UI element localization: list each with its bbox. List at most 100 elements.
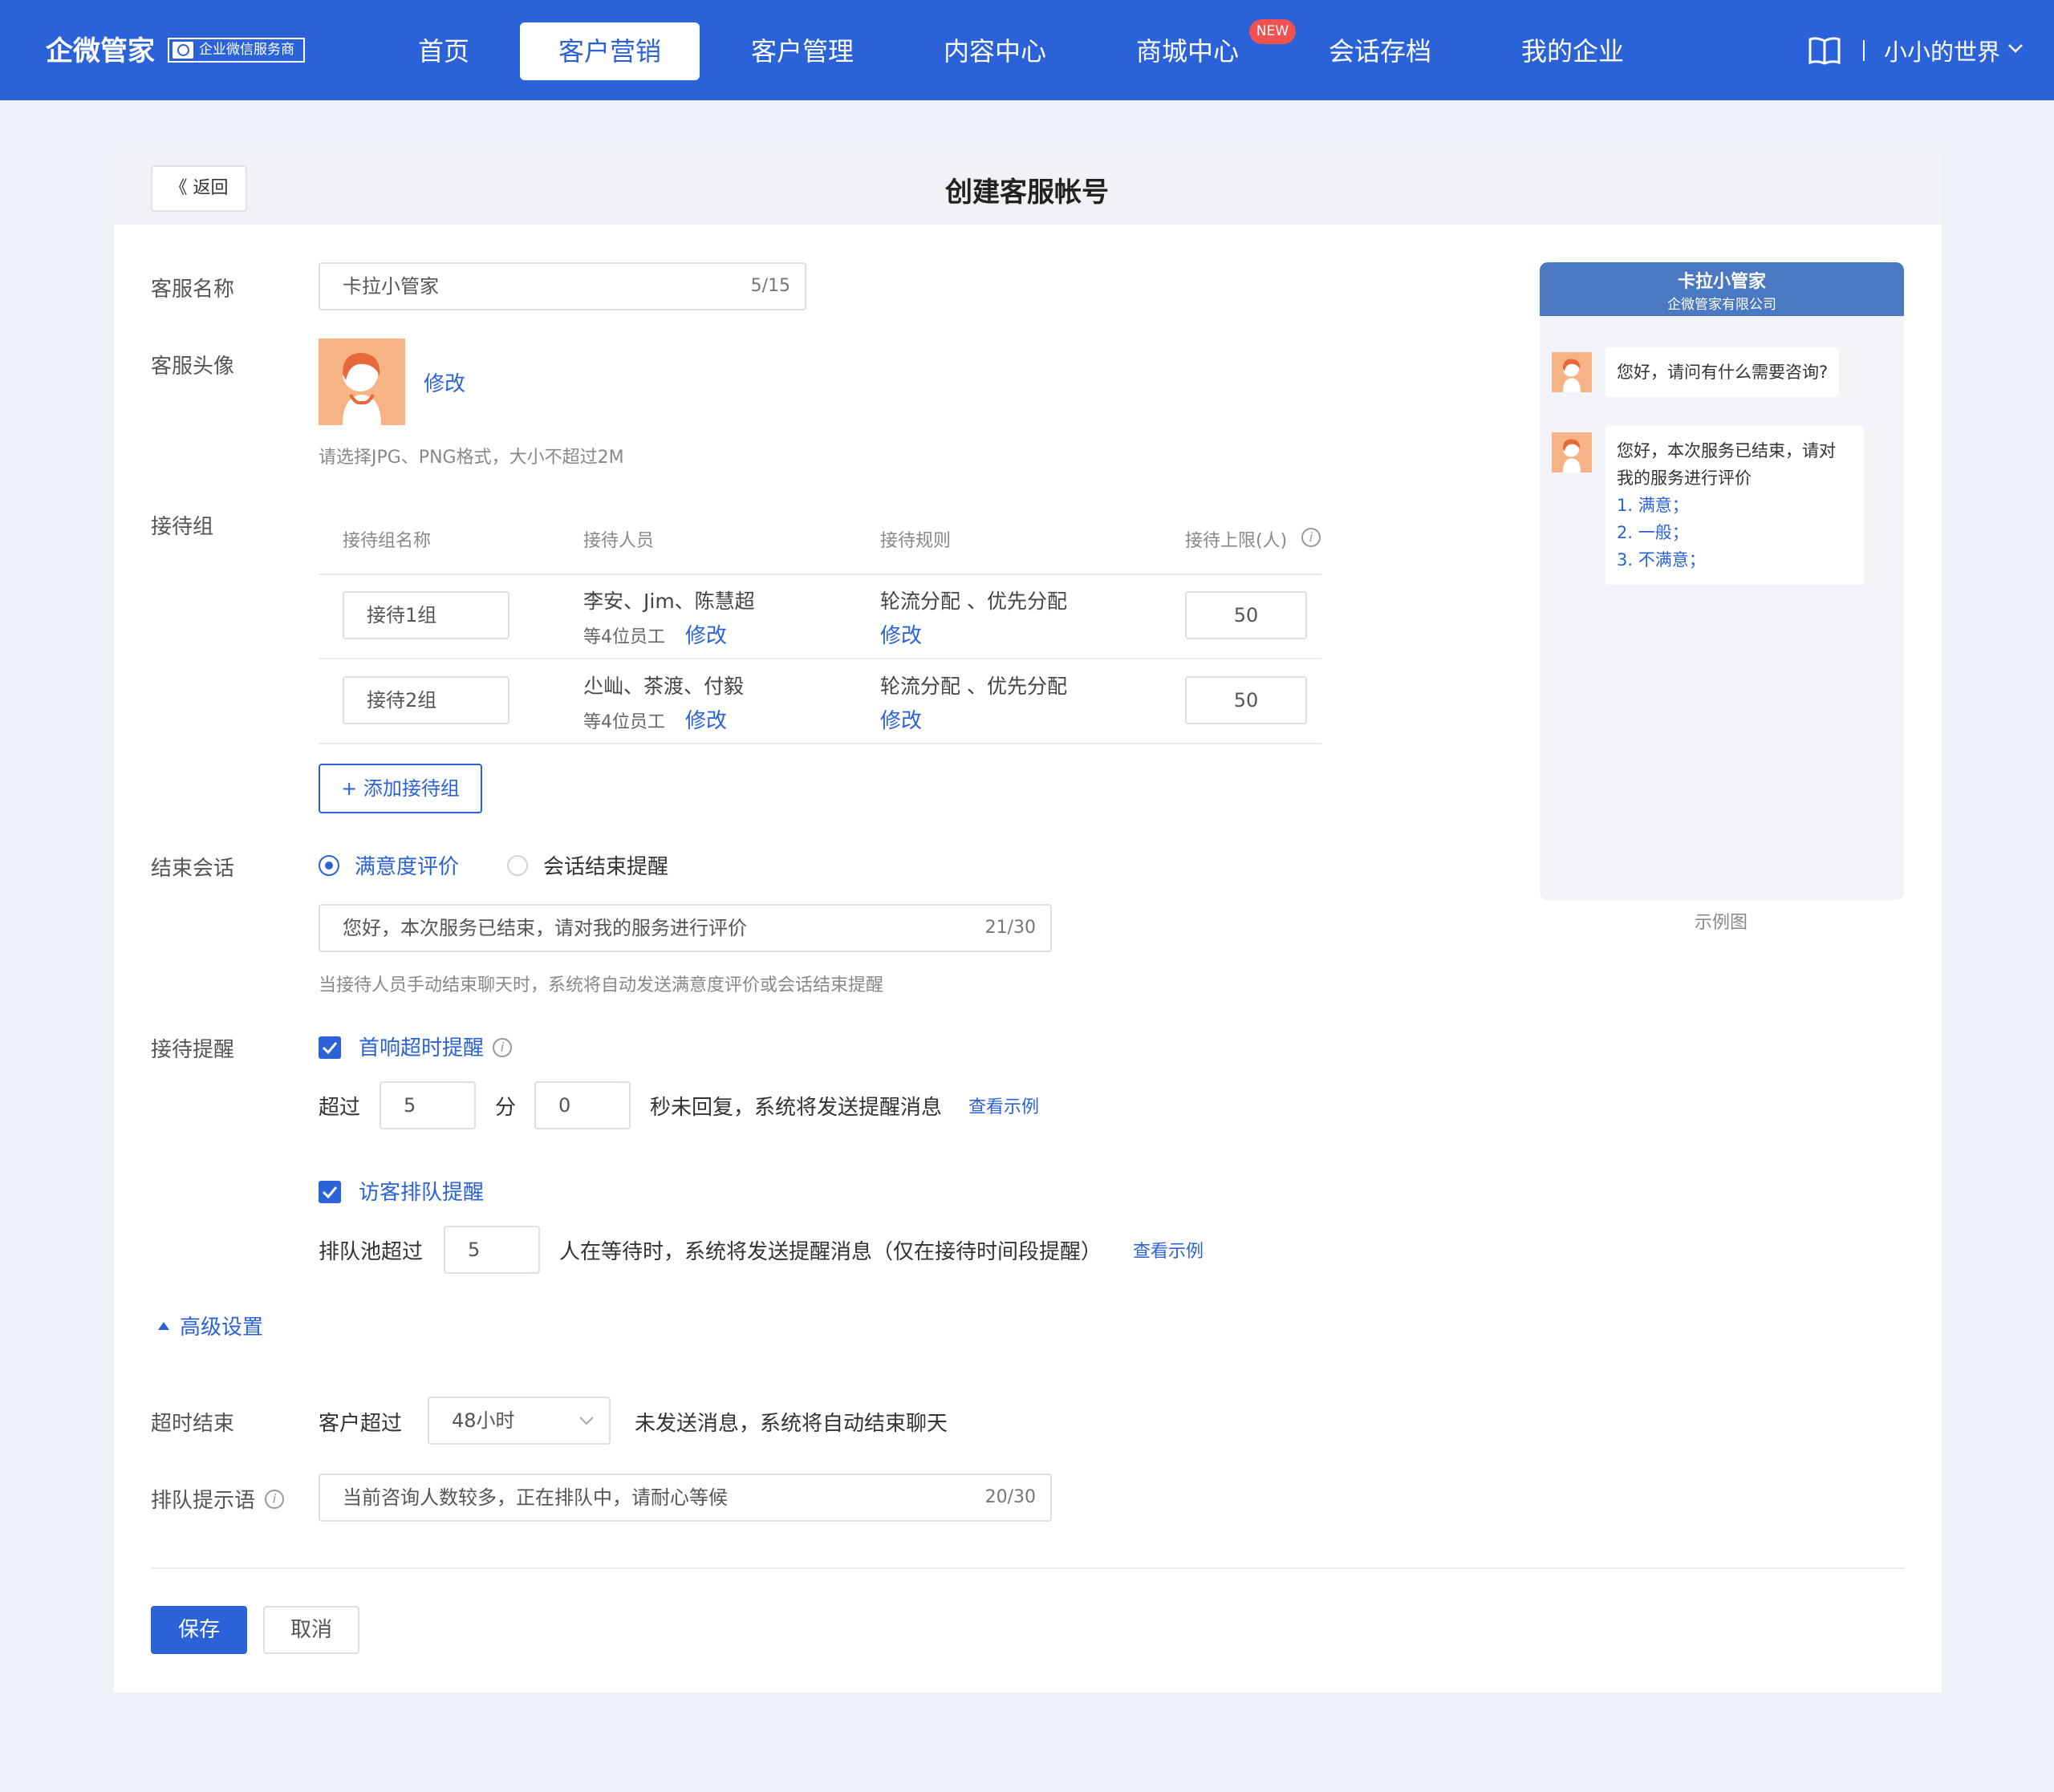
staff-edit-link[interactable]: 修改 bbox=[685, 704, 727, 734]
group-staff-count: 等4位员工 bbox=[583, 712, 665, 732]
avatar bbox=[1552, 352, 1592, 392]
view-example-link[interactable]: 查看示例 bbox=[968, 1093, 1039, 1118]
preview-title: 卡拉小管家 bbox=[1677, 272, 1766, 292]
end-message-value: 您好，本次服务已结束，请对我的服务进行评价 bbox=[343, 917, 747, 939]
reception-group-label: 接待组 bbox=[151, 515, 214, 539]
group-name-input[interactable]: 接待2组 bbox=[343, 676, 509, 724]
th-group-name: 接待组名称 bbox=[343, 531, 432, 551]
option-end-reminder[interactable]: 会话结束提醒 bbox=[543, 850, 668, 880]
save-button[interactable]: 保存 bbox=[151, 1606, 247, 1654]
group-limit-input[interactable]: 50 bbox=[1185, 591, 1307, 639]
timeout-select[interactable]: 48小时 bbox=[428, 1397, 611, 1445]
footer-divider bbox=[151, 1567, 1905, 1569]
exceed-label: 超过 bbox=[319, 1096, 361, 1120]
queue-tail: 人在等待时，系统将发送提醒消息（仅在接待时间段提醒） bbox=[559, 1240, 1102, 1264]
chat-bubble: 您好，请问有什么需要咨询? bbox=[1605, 347, 1840, 397]
service-name-input[interactable]: 卡拉小管家 5/15 bbox=[319, 262, 806, 310]
reception-reminder-label: 接待提醒 bbox=[151, 1038, 235, 1062]
advanced-settings-toggle[interactable]: 高级设置 bbox=[180, 1311, 263, 1340]
table-divider bbox=[319, 574, 1321, 575]
timeout-select-value: 48小时 bbox=[452, 1409, 515, 1432]
minutes-input[interactable]: 5 bbox=[380, 1081, 476, 1129]
th-limit: 接待上限(人) bbox=[1185, 531, 1288, 551]
minutes-unit: 分 bbox=[495, 1096, 517, 1120]
check-icon bbox=[322, 1186, 338, 1199]
info-icon[interactable]: i bbox=[1301, 528, 1321, 547]
nav-home[interactable]: 首页 bbox=[388, 22, 500, 80]
new-badge: NEW bbox=[1249, 19, 1296, 44]
queue-tip-value: 当前咨询人数较多，正在排队中，请耐心等候 bbox=[343, 1486, 728, 1509]
back-button[interactable]: 《 返回 bbox=[151, 165, 247, 212]
caret-up-icon[interactable] bbox=[157, 1321, 170, 1331]
service-name-counter: 5/15 bbox=[750, 276, 790, 296]
chat-preview: 卡拉小管家 企微管家有限公司 您好，请问有什么需要咨询? 您好，本次服务已结束，… bbox=[1540, 262, 1904, 900]
page-title: 创建客服帐号 bbox=[945, 176, 1109, 209]
radio-satisfaction[interactable] bbox=[319, 855, 339, 876]
rating-option: 1. 满意； bbox=[1617, 496, 1689, 515]
avatar[interactable] bbox=[319, 339, 405, 425]
group-name-input[interactable]: 接待1组 bbox=[343, 591, 509, 639]
user-name[interactable]: 小小的世界 bbox=[1884, 34, 2000, 67]
timeout-tail: 未发送消息，系统将自动结束聊天 bbox=[635, 1412, 948, 1436]
queue-tip-input[interactable]: 当前咨询人数较多，正在排队中，请耐心等候 20/30 bbox=[319, 1474, 1052, 1522]
preview-caption: 示例图 bbox=[1695, 913, 1748, 933]
end-message-counter: 21/30 bbox=[984, 918, 1036, 938]
radio-end-reminder[interactable] bbox=[507, 855, 528, 876]
brand-logo[interactable]: 企微管家 bbox=[46, 29, 155, 68]
table-divider bbox=[319, 743, 1321, 744]
add-group-button[interactable]: + 添加接待组 bbox=[319, 764, 482, 813]
timeout-prefix: 客户超过 bbox=[319, 1412, 403, 1436]
nav-mall-center[interactable]: 商城中心 bbox=[1123, 22, 1252, 80]
rating-option: 2. 一般； bbox=[1617, 523, 1689, 542]
nav-customer-management[interactable]: 客户管理 bbox=[738, 22, 867, 80]
queue-remind-checkbox[interactable] bbox=[319, 1181, 341, 1203]
timeout-end-label: 超时结束 bbox=[151, 1412, 235, 1436]
first-response-checkbox[interactable] bbox=[319, 1036, 341, 1059]
avatar bbox=[1552, 432, 1592, 472]
chevron-down-icon bbox=[579, 1417, 594, 1425]
avatar-person-icon bbox=[343, 353, 381, 425]
avatar-person-icon bbox=[1562, 439, 1581, 472]
group-limit-input[interactable]: 50 bbox=[1185, 676, 1307, 724]
queue-remind-label[interactable]: 访客排队提醒 bbox=[359, 1176, 484, 1206]
nav-my-enterprise[interactable]: 我的企业 bbox=[1508, 22, 1637, 80]
card-header: 《 返回 创建客服帐号 bbox=[114, 152, 1942, 225]
queue-count-input[interactable]: 5 bbox=[444, 1226, 540, 1274]
end-message-input[interactable]: 您好，本次服务已结束，请对我的服务进行评价 21/30 bbox=[319, 904, 1052, 952]
avatar-person-icon bbox=[1562, 359, 1581, 392]
bubble-text: 您好，本次服务已结束，请对 bbox=[1617, 441, 1836, 460]
nav-customer-marketing[interactable]: 客户营销 bbox=[520, 22, 700, 80]
check-icon bbox=[322, 1042, 338, 1055]
nav-content-center[interactable]: 内容中心 bbox=[931, 22, 1059, 80]
staff-edit-link[interactable]: 修改 bbox=[685, 619, 727, 649]
info-icon[interactable]: i bbox=[265, 1490, 284, 1509]
queue-prefix: 排队池超过 bbox=[319, 1240, 424, 1264]
main-card: 《 返回 创建客服帐号 客服名称 卡拉小管家 5/15 客服头像 修改 请选择J… bbox=[114, 152, 1942, 1693]
book-icon[interactable] bbox=[1808, 36, 1841, 65]
cancel-button[interactable]: 取消 bbox=[263, 1606, 359, 1654]
service-name-value: 卡拉小管家 bbox=[343, 275, 439, 298]
avatar-hint: 请选择JPG、PNG格式，大小不超过2M bbox=[319, 448, 624, 468]
option-satisfaction[interactable]: 满意度评价 bbox=[355, 850, 459, 880]
rule-edit-link[interactable]: 修改 bbox=[880, 704, 922, 734]
nav-chat-archive[interactable]: 会话存档 bbox=[1316, 22, 1444, 80]
seconds-input[interactable]: 0 bbox=[534, 1081, 631, 1129]
chevron-down-icon[interactable] bbox=[2007, 42, 2024, 55]
rule-edit-link[interactable]: 修改 bbox=[880, 619, 922, 649]
avatar-edit-link[interactable]: 修改 bbox=[424, 367, 465, 397]
first-response-tail: 秒未回复，系统将发送提醒消息 bbox=[650, 1096, 943, 1120]
first-response-label[interactable]: 首响超时提醒 bbox=[359, 1032, 484, 1061]
service-name-label: 客服名称 bbox=[151, 278, 235, 302]
group-staff: 李安、Jim、陈慧超 bbox=[583, 590, 755, 613]
rating-option: 3. 不满意； bbox=[1617, 550, 1706, 570]
chat-bubble: 您好，本次服务已结束，请对 我的服务进行评价 1. 满意； 2. 一般； 3. … bbox=[1605, 426, 1864, 585]
view-example-link[interactable]: 查看示例 bbox=[1133, 1237, 1204, 1263]
th-rule: 接待规则 bbox=[880, 531, 952, 551]
queue-tip-counter: 20/30 bbox=[984, 1487, 1036, 1507]
service-provider-badge: 企业微信服务商 bbox=[168, 38, 305, 63]
nav-divider bbox=[1863, 40, 1865, 61]
end-session-hint: 当接待人员手动结束聊天时，系统将自动发送满意度评价或会话结束提醒 bbox=[319, 975, 884, 995]
avatar-label: 客服头像 bbox=[151, 355, 235, 379]
info-icon[interactable]: i bbox=[493, 1038, 512, 1057]
preview-header: 卡拉小管家 企微管家有限公司 bbox=[1540, 262, 1904, 316]
